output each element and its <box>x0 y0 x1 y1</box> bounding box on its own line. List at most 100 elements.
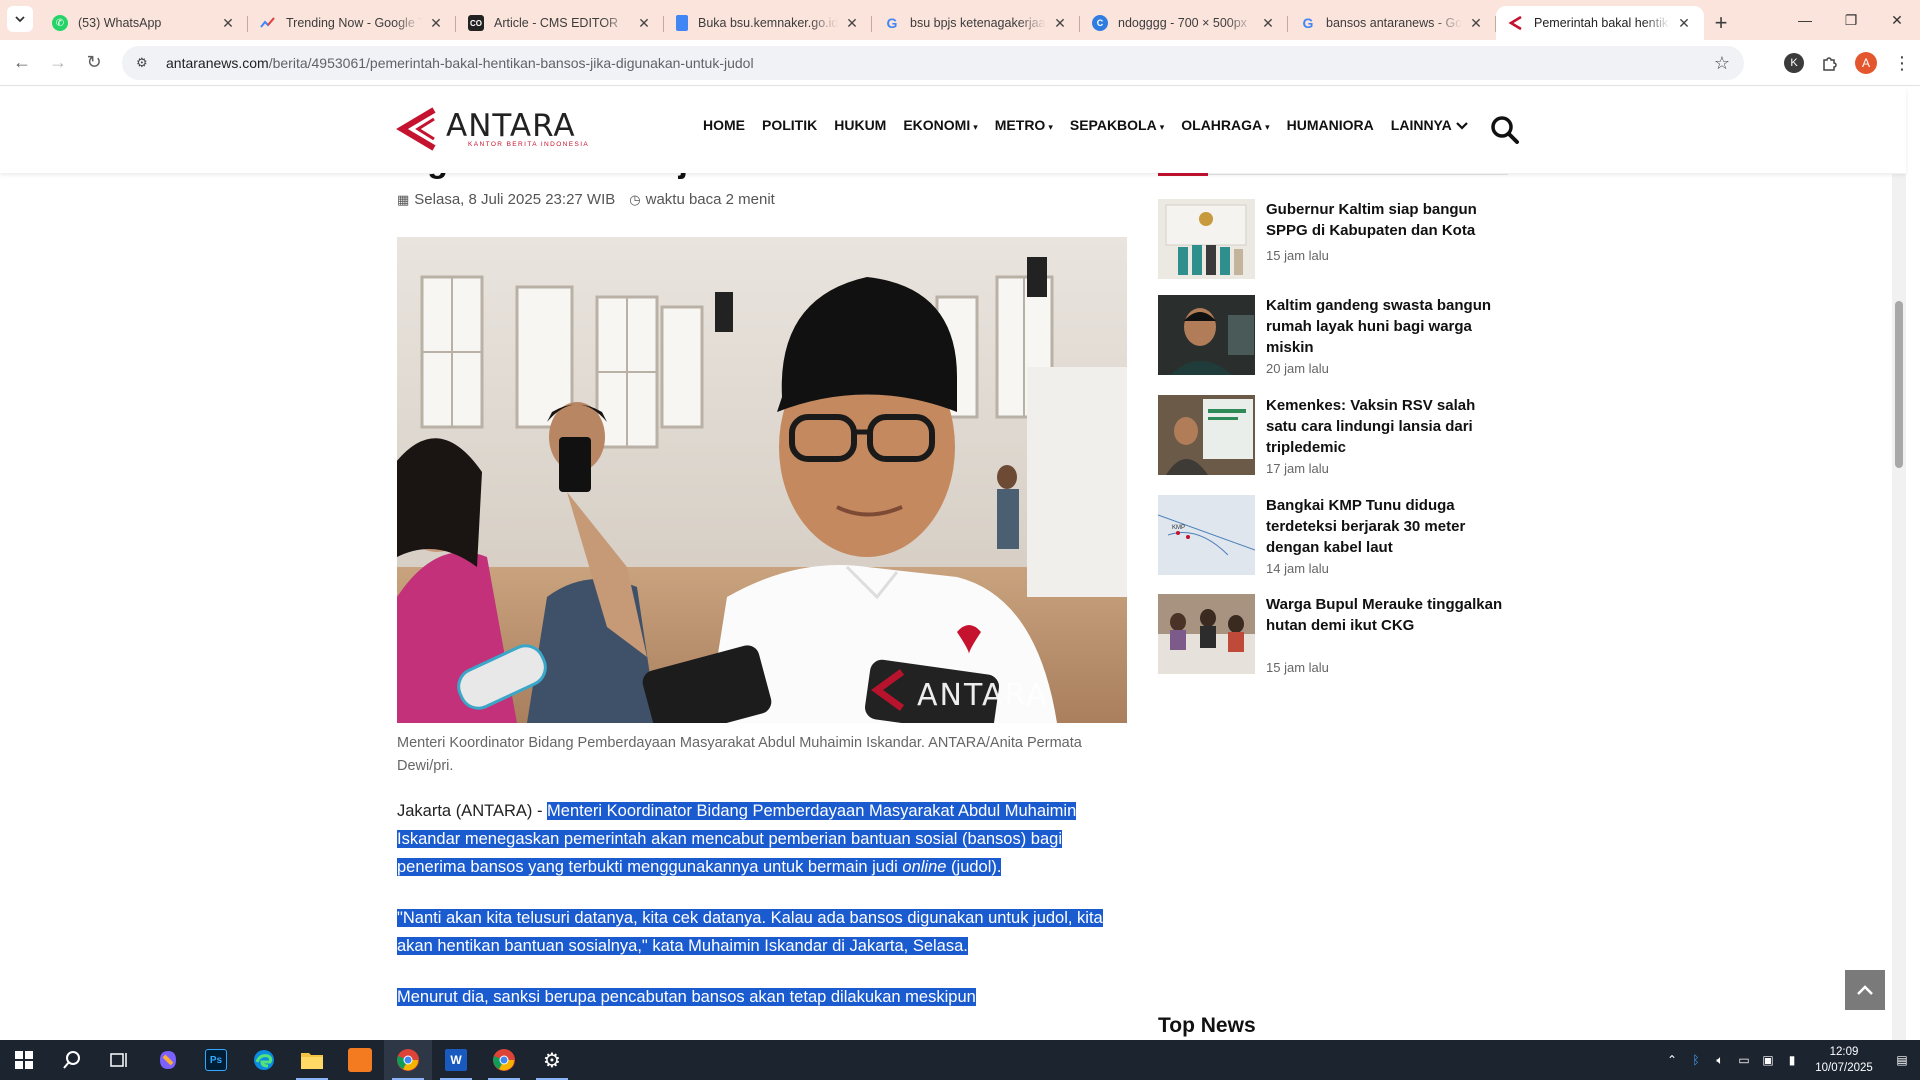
scrollbar-thumb[interactable] <box>1895 301 1903 468</box>
canva-icon: C <box>1092 15 1108 31</box>
taskbar-settings[interactable]: ⚙ <box>528 1040 576 1080</box>
tab-cms-editor[interactable]: CO Article - CMS EDITOR ✕ <box>456 6 664 40</box>
photoshop-icon: Ps <box>205 1049 227 1071</box>
extension-k-button[interactable]: K <box>1776 45 1812 81</box>
puzzle-icon <box>1823 57 1837 71</box>
close-icon[interactable]: ✕ <box>1052 15 1068 31</box>
site-search-button[interactable] <box>1490 115 1520 145</box>
new-tab-button[interactable]: + <box>1704 6 1738 40</box>
close-icon[interactable]: ✕ <box>844 15 860 31</box>
sidebar-article-4[interactable]: KMP Bangkai KMP Tunu diduga terdeteksi b… <box>1158 495 1508 579</box>
sidebar-article-1[interactable]: Gubernur Kaltim siap bangun SPPG di Kabu… <box>1158 199 1508 283</box>
sidebar-article-title[interactable]: Bangkai KMP Tunu diduga terdeteksi berja… <box>1266 495 1508 558</box>
display-icon[interactable]: ▣ <box>1756 1040 1780 1080</box>
bookmark-star-icon[interactable]: ☆ <box>1714 53 1730 74</box>
article-thumbnail[interactable] <box>1158 395 1255 475</box>
bluetooth-icon[interactable]: ᛒ <box>1684 1040 1708 1080</box>
nav-item-sepakbola[interactable]: SEPAKBOLA ▾ <box>1070 117 1164 133</box>
tab-canva[interactable]: C ndogggg - 700 × 500px ✕ <box>1080 6 1288 40</box>
start-button[interactable] <box>0 1040 48 1080</box>
nav-label: SEPAKBOLA <box>1069 117 1157 133</box>
sidebar-article-5[interactable]: Warga Bupul Merauke tinggalkan hutan dem… <box>1158 594 1508 678</box>
sidebar-article-title[interactable]: Kaltim gandeng swasta bangun rumah layak… <box>1266 295 1508 358</box>
close-icon[interactable]: ✕ <box>1676 15 1692 31</box>
tab-label: Buka bsu.kemnaker.go.id <box>698 16 838 30</box>
article-hero-image[interactable]: ANTARA <box>397 237 1127 723</box>
svg-text:KMP: KMP <box>1172 525 1185 531</box>
page-scrollbar[interactable] <box>1892 174 1906 1040</box>
tray-overflow-icon[interactable]: ⌃ <box>1660 1040 1684 1080</box>
page-content: digunakan untuk judol ▦ Selasa, 8 Juli 2… <box>0 87 1906 1040</box>
sidebar-article-3[interactable]: Kemenkes: Vaksin RSV salah satu cara lin… <box>1158 395 1508 479</box>
site-info-icon[interactable]: ⚙ <box>136 55 156 71</box>
taskbar-chrome-2[interactable] <box>480 1040 528 1080</box>
browser-menu-button[interactable]: ⋮ <box>1884 45 1920 81</box>
taskbar-chrome-1[interactable] <box>384 1040 432 1080</box>
close-window-button[interactable]: ✕ <box>1874 0 1920 40</box>
close-icon[interactable]: ✕ <box>220 15 236 31</box>
nav-item-olahraga[interactable]: OLAHRAGA ▾ <box>1181 117 1269 133</box>
forward-button[interactable]: → <box>40 45 76 81</box>
nav-item-politik[interactable]: POLITIK <box>762 117 817 133</box>
battery-icon[interactable]: ▮ <box>1780 1040 1804 1080</box>
chrome-icon <box>493 1049 515 1071</box>
nav-item-hukum[interactable]: HUKUM <box>834 117 886 133</box>
tab-search-button[interactable] <box>0 0 40 40</box>
taskbar-file-explorer[interactable] <box>288 1040 336 1080</box>
taskbar-search-button[interactable] <box>48 1040 96 1080</box>
tab-antaranews-active[interactable]: Pemerintah bakal hentikan ✕ <box>1496 6 1704 40</box>
extensions-button[interactable] <box>1812 45 1848 81</box>
nav-item-metro[interactable]: METRO ▾ <box>995 117 1053 133</box>
task-view-button[interactable] <box>96 1040 144 1080</box>
nav-item-home[interactable]: HOME <box>703 117 745 133</box>
taskbar-word[interactable]: W <box>432 1040 480 1080</box>
tab-bansos-google[interactable]: G bansos antaranews - Google ✕ <box>1288 6 1496 40</box>
sidebar-article-title[interactable]: Kemenkes: Vaksin RSV salah satu cara lin… <box>1266 395 1508 458</box>
nav-item-lainnya[interactable]: LAINNYA <box>1391 117 1468 133</box>
gear-icon: ⚙ <box>543 1049 561 1072</box>
close-icon[interactable]: ✕ <box>1468 15 1484 31</box>
reload-button[interactable]: ↻ <box>76 45 112 81</box>
close-icon[interactable]: ✕ <box>636 15 652 31</box>
close-icon[interactable]: ✕ <box>1260 15 1276 31</box>
article-thumbnail[interactable] <box>1158 199 1255 279</box>
back-button[interactable]: ← <box>4 45 40 81</box>
taskbar-copilot[interactable] <box>144 1040 192 1080</box>
taskbar-clock[interactable]: 12:09 10/07/2025 <box>1804 1044 1884 1076</box>
url-host: antaranews.com <box>166 55 269 71</box>
article-thumbnail[interactable] <box>1158 594 1255 674</box>
restore-button[interactable]: ❐ <box>1828 0 1874 40</box>
article-thumbnail[interactable] <box>1158 295 1255 375</box>
sidebar-article-title[interactable]: Warga Bupul Merauke tinggalkan hutan dem… <box>1266 594 1508 636</box>
antara-logo[interactable]: ANTARA KANTOR BERITA INDONESIA <box>396 107 589 151</box>
minimize-button[interactable]: — <box>1782 0 1828 40</box>
profile-button[interactable]: A <box>1848 45 1884 81</box>
nav-label: METRO <box>994 117 1046 133</box>
notification-icon[interactable]: ▤ <box>1884 1040 1920 1080</box>
taskbar-app-orange[interactable] <box>336 1040 384 1080</box>
tab-bsu-bpjs[interactable]: G bsu bpjs ketenagakerjaan ✕ <box>872 6 1080 40</box>
tab-bsu-kemnaker[interactable]: Buka bsu.kemnaker.go.id ✕ <box>664 6 872 40</box>
sidebar-article-title[interactable]: Gubernur Kaltim siap bangun SPPG di Kabu… <box>1266 199 1508 241</box>
tab-label: Article - CMS EDITOR <box>494 16 619 30</box>
image-watermark: ANTARA <box>917 678 1049 713</box>
volume-icon[interactable]: 🔈︎ <box>1708 1040 1732 1080</box>
caret-down-icon: ▾ <box>973 122 978 132</box>
tab-whatsapp[interactable]: ✆ (53) WhatsApp ✕ <box>40 6 248 40</box>
window-controls: — ❐ ✕ <box>1782 0 1920 40</box>
nav-item-ekonomi[interactable]: EKONOMI ▾ <box>903 117 977 133</box>
tab-label: Trending Now - Google Trends <box>286 16 422 30</box>
address-bar[interactable]: ⚙ antaranews.com/berita/4953061/pemerint… <box>122 46 1744 80</box>
sidebar-article-2[interactable]: Kaltim gandeng swasta bangun rumah layak… <box>1158 295 1508 379</box>
taskbar-edge[interactable] <box>240 1040 288 1080</box>
main-navigation: HOME POLITIK HUKUM EKONOMI ▾ METRO ▾ SEPAK… <box>703 117 1485 133</box>
back-to-top-button[interactable] <box>1845 970 1885 1010</box>
nav-item-humaniora[interactable]: HUMANIORA <box>1287 117 1374 133</box>
tab-google-trends[interactable]: Trending Now - Google Trends ✕ <box>248 6 456 40</box>
article-thumbnail[interactable]: KMP <box>1158 495 1255 575</box>
article-body: Jakarta (ANTARA) - Menteri Koordinator B… <box>397 797 1127 1034</box>
taskbar-photoshop[interactable]: Ps <box>192 1040 240 1080</box>
sidebar-article-time: 15 jam lalu <box>1266 248 1329 263</box>
close-icon[interactable]: ✕ <box>428 15 444 31</box>
network-icon[interactable]: ▭ <box>1732 1040 1756 1080</box>
